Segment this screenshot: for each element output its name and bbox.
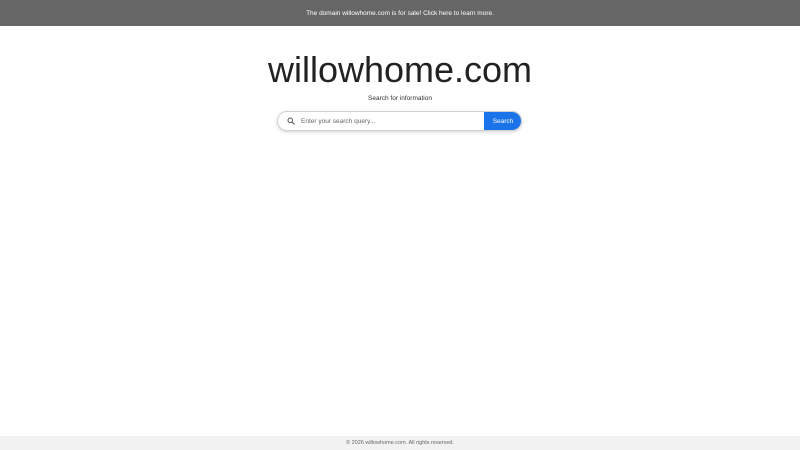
search-form: Search — [277, 111, 522, 131]
domain-sale-banner[interactable]: The domain willowhome.com is for sale! C… — [0, 0, 800, 26]
page: The domain willowhome.com is for sale! C… — [0, 0, 800, 450]
footer-copyright: © 2026 willowhome.com. All rights reserv… — [346, 440, 454, 446]
search-button[interactable]: Search — [484, 112, 521, 130]
domain-title: willowhome.com — [267, 49, 533, 90]
banner-text[interactable]: The domain willowhome.com is for sale! C… — [306, 10, 494, 17]
search-subtitle: Search for information — [368, 95, 432, 102]
search-input[interactable] — [301, 112, 484, 130]
footer: © 2026 willowhome.com. All rights reserv… — [0, 436, 800, 450]
main-content: willowhome.com Search for information Se… — [0, 26, 800, 436]
search-icon — [281, 112, 301, 130]
